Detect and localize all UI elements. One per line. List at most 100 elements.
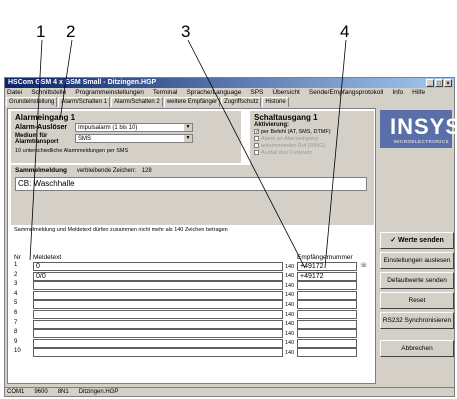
char-count: 140	[285, 273, 295, 280]
schalt-group-title: Schaltausgang 1	[254, 113, 318, 122]
row-number: 2	[14, 271, 18, 278]
meldetext-input[interactable]: 0	[33, 262, 283, 271]
read-settings-button[interactable]: Einstellungen auslesen	[380, 252, 454, 269]
char-count: 140	[285, 301, 295, 308]
ausloeser-value: Impulsalarm (1 bis 10)	[78, 125, 138, 131]
checkbox-ring: ankommender Ruf (RING)	[254, 142, 370, 149]
callout-3: 3	[181, 22, 191, 41]
empfaenger-input[interactable]	[297, 319, 357, 329]
row-number: 3	[14, 281, 18, 288]
meldetext-input[interactable]	[33, 329, 283, 339]
col-number-header: Empfängernummer	[297, 254, 353, 261]
row-number: 9	[14, 338, 18, 345]
meldetext-input[interactable]	[33, 310, 283, 319]
row-number: 6	[14, 310, 18, 316]
rs232-sync-button[interactable]: RS232 Synchronisieren	[380, 312, 454, 329]
menu-schnittstelle[interactable]: Schnittstelle	[31, 88, 66, 97]
meldetext-input[interactable]	[33, 290, 283, 300]
cancel-button[interactable]: Abbrechen	[380, 340, 454, 357]
checkbox-label: per Befehl (AT, SMS, DTMF)	[261, 128, 331, 135]
tab-alarm-schalten-2[interactable]: Alarm/Schalten 2	[111, 97, 163, 107]
medium-value: SMS	[78, 136, 92, 142]
status-format: 8N1	[57, 389, 69, 395]
checkbox-box	[254, 143, 259, 148]
check-icon[interactable]: ✓	[254, 129, 259, 135]
status-bar: COM1 9600 8N1 Ditzingen.HGP	[5, 387, 454, 396]
menu-datei[interactable]: Datei	[7, 88, 22, 97]
empfaenger-input[interactable]	[297, 348, 357, 358]
menu-sprache[interactable]: Sprache/Language	[186, 88, 241, 97]
empfaenger-input[interactable]: +49172	[297, 271, 357, 281]
sammelmeldung-title: Sammelmeldung	[15, 167, 68, 174]
tab-weitere-empfaenger[interactable]: weitere Empfänger	[163, 97, 221, 107]
maximize-icon[interactable]: □	[435, 79, 443, 87]
checkbox-box	[254, 136, 259, 141]
empfaenger-input[interactable]	[297, 290, 357, 300]
menu-terminal[interactable]: Terminal	[153, 88, 178, 97]
meldetext-input[interactable]	[33, 348, 283, 358]
empfaenger-input[interactable]	[297, 281, 357, 291]
tab-zugriffschutz[interactable]: Zugriffschutz	[221, 97, 262, 107]
ausloeser-label: Alarm-Auslöser	[15, 124, 68, 131]
callout-2: 2	[66, 22, 76, 41]
menu-bar: Datei Schnittstelle Programmeinstellunge…	[5, 88, 454, 97]
length-note: Sammelmeldung und Meldetext dürfen zusam…	[14, 227, 228, 233]
checkbox-befehl[interactable]: ✓ per Befehl (AT, SMS, DTMF)	[254, 128, 370, 135]
alarm-info: 10 unterschiedliche Alarmmeldungen per S…	[15, 148, 129, 154]
checkbox-box	[254, 150, 259, 155]
status-port: COM1	[7, 389, 25, 395]
checkbox-funknetz: Ausfall des Funknetz	[254, 149, 370, 156]
empfaenger-input[interactable]	[297, 338, 357, 348]
remaining-label: verbleibende Zeichen:	[76, 168, 136, 174]
menu-protokoll[interactable]: Sende/Empfangsprotokoll	[309, 88, 383, 97]
title-bar: HSCom GSM 4 x GSM Small - Ditzingen.HGP …	[5, 78, 454, 88]
meldetext-input[interactable]: 0/0	[33, 271, 283, 281]
row-number: 4	[14, 290, 18, 297]
char-count: 140	[285, 321, 295, 328]
char-count: 140	[285, 311, 295, 318]
char-count: 140	[285, 340, 295, 347]
reset-button[interactable]: Reset	[380, 292, 454, 309]
minimize-icon[interactable]: _	[426, 79, 434, 87]
meldetext-input[interactable]	[33, 281, 283, 291]
row-number: 5	[14, 300, 18, 307]
checkbox-label: ankommender Ruf (RING)	[261, 142, 326, 149]
chevron-down-icon[interactable]: ▼	[184, 124, 192, 131]
empfaenger-input[interactable]	[297, 300, 357, 310]
medium-select[interactable]: SMS ▼	[75, 134, 193, 143]
tab-historie[interactable]: Historie	[262, 97, 289, 107]
alarm-group: Alarmeingang 1 Alarm-Auslöser Impulsalar…	[11, 111, 241, 163]
char-count: 140	[285, 349, 295, 356]
tab-grundeinstellung[interactable]: Grundeinstellung	[6, 97, 58, 107]
menu-uebersicht[interactable]: Übersicht	[272, 88, 299, 97]
checkbox-label: Alarm an Alarmeingang	[261, 135, 319, 142]
meldetext-input[interactable]	[33, 300, 283, 310]
empfaenger-input[interactable]	[297, 310, 357, 319]
meldetext-input[interactable]	[33, 338, 283, 348]
col-text-header: Meldetext	[33, 254, 62, 261]
sammelmeldung-input[interactable]: CB: Waschhalle	[15, 177, 367, 191]
meldetext-input[interactable]	[33, 319, 283, 329]
phonebook-icon[interactable]: ☏	[360, 262, 368, 269]
checkbox-label: Ausfall des Funknetz	[261, 149, 313, 156]
menu-hilfe[interactable]: Hilfe	[412, 88, 425, 97]
ausloeser-select[interactable]: Impulsalarm (1 bis 10) ▼	[75, 123, 193, 132]
close-icon[interactable]: ×	[444, 79, 452, 87]
right-panel: INSYS MICROELECTRONICS ✓ Werte senden Ei…	[378, 108, 457, 384]
empfaenger-input[interactable]	[297, 329, 357, 339]
row-number: 10	[14, 348, 21, 355]
send-values-button[interactable]: ✓ Werte senden	[380, 232, 454, 249]
tab-alarm-schalten-1[interactable]: Alarm/Schalten 1	[58, 97, 111, 107]
row-number: 8	[14, 329, 18, 336]
default-values-button[interactable]: Defaultwerte senden	[380, 272, 454, 289]
menu-info[interactable]: Info	[392, 88, 403, 97]
menu-sps[interactable]: SPS	[250, 88, 263, 97]
empfaenger-input[interactable]: +49172	[297, 262, 357, 271]
status-file: Ditzingen.HGP	[78, 389, 119, 395]
chevron-down-icon[interactable]: ▼	[184, 135, 192, 142]
window-title: HSCom GSM 4 x GSM Small - Ditzingen.HGP	[8, 79, 157, 86]
logo-sub: MICROELECTRONICS	[394, 139, 450, 144]
menu-programmeinstellungen[interactable]: Programmeinstellungen	[75, 88, 144, 97]
char-count: 140	[285, 263, 295, 270]
logo-text: INSYS	[390, 114, 457, 139]
